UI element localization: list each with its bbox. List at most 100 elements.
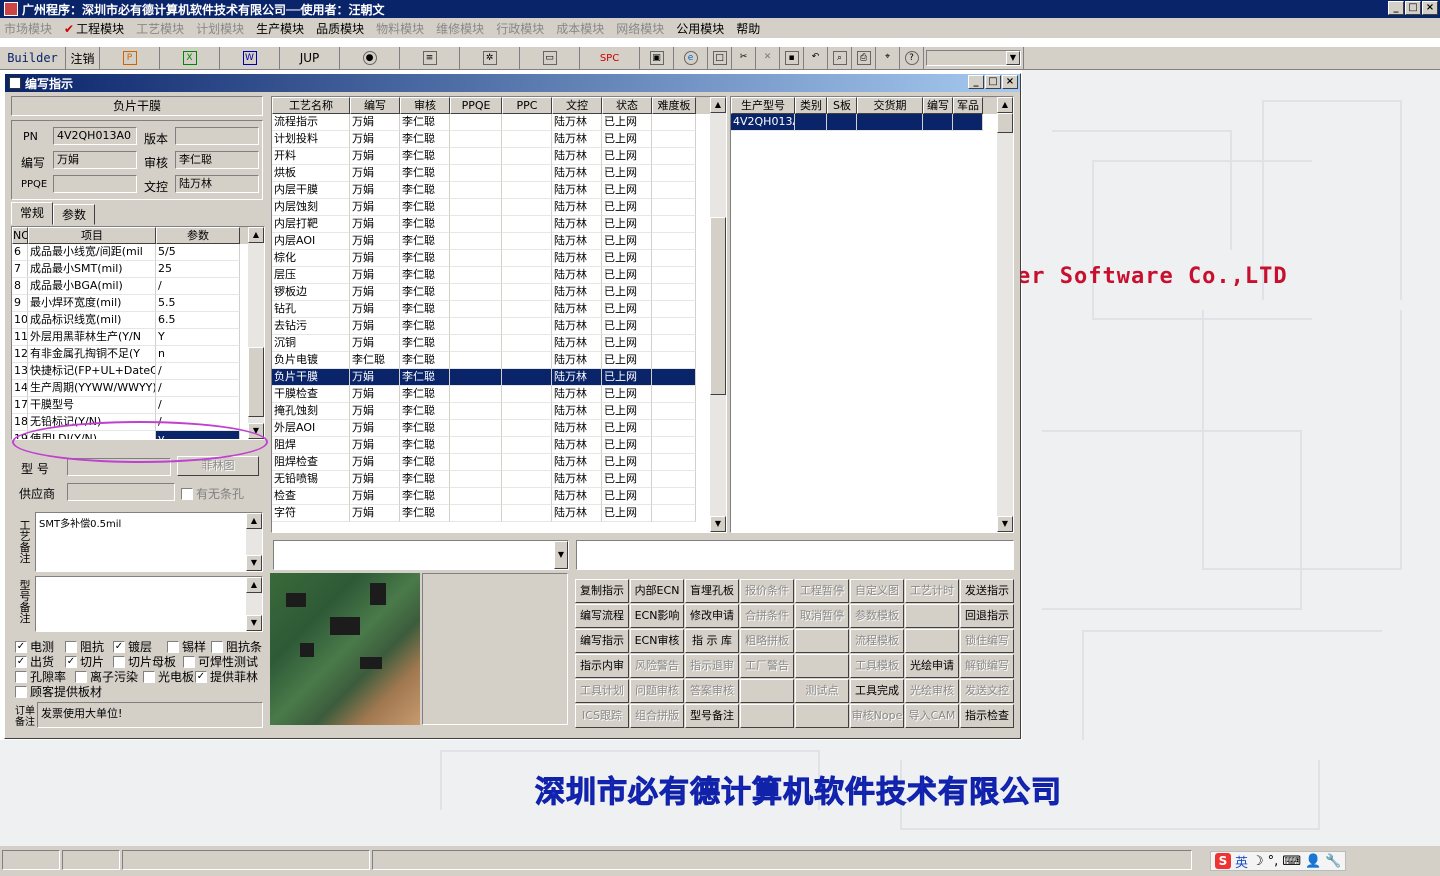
ime-toolbar[interactable]: S 英 ☽ °, ⌨ 👤 🔧: [1210, 851, 1347, 871]
process-row[interactable]: 掩孔蚀刻 万娟 李仁聪 陆万林 已上网: [272, 403, 726, 420]
action-button[interactable]: [740, 704, 794, 728]
action-button[interactable]: ECN审核: [630, 629, 684, 653]
menu-item[interactable]: 物料模块: [376, 20, 424, 37]
process-row[interactable]: 钻孔 万娟 李仁聪 陆万林 已上网: [272, 301, 726, 318]
col-header[interactable]: 类别: [795, 97, 827, 114]
param-value[interactable]: 5.5: [156, 295, 240, 312]
param-value[interactable]: Y: [156, 329, 240, 346]
process-row[interactable]: 内层蚀刻 万娟 李仁聪 陆万林 已上网: [272, 199, 726, 216]
dialog-close-button[interactable]: ×: [1002, 75, 1018, 89]
process-row[interactable]: 负片电镀 李仁聪 李仁聪 陆万林 已上网: [272, 352, 726, 369]
user-icon[interactable]: 👤: [1305, 854, 1321, 869]
checkbox-box[interactable]: [167, 640, 179, 653]
scroll-up-icon[interactable]: ▲: [997, 97, 1013, 113]
scroll-up-icon[interactable]: ▲: [248, 227, 264, 243]
process-row[interactable]: 开料 万娟 李仁聪 陆万林 已上网: [272, 148, 726, 165]
action-button[interactable]: 编写流程: [575, 604, 629, 628]
action-button[interactable]: 参数模板: [850, 604, 904, 628]
model-note-scrollbar[interactable]: ▲ ▼: [246, 577, 262, 631]
checkbox-box[interactable]: [183, 655, 195, 668]
writer-field[interactable]: 万娟: [53, 151, 137, 169]
menu-item[interactable]: 品质模块: [316, 20, 364, 37]
param-value[interactable]: /: [156, 278, 240, 295]
param-value[interactable]: 6.5: [156, 312, 240, 329]
checkbox-box[interactable]: [15, 670, 27, 683]
action-button[interactable]: 测试点: [795, 679, 849, 703]
menu-item[interactable]: 工艺模块: [136, 20, 184, 37]
action-button[interactable]: 光绘申请: [905, 654, 959, 678]
process-row[interactable]: 字符 万娟 李仁聪 陆万林 已上网: [272, 505, 726, 522]
checkbox-box[interactable]: [15, 685, 27, 698]
film-image-button[interactable]: 菲林图: [177, 456, 259, 476]
new-button[interactable]: □: [708, 47, 732, 69]
order-note-field[interactable]: 发票使用大单位!: [37, 702, 263, 728]
wrench-icon[interactable]: 🔧: [1325, 854, 1341, 869]
action-button[interactable]: 指示检查: [960, 704, 1014, 728]
undo-button[interactable]: ↶: [804, 47, 828, 69]
spc-button[interactable]: SPC: [580, 47, 640, 69]
action-button[interactable]: 回退指示: [960, 604, 1014, 628]
builder-button[interactable]: Builder: [0, 47, 66, 69]
action-button[interactable]: 报价条件: [740, 579, 794, 603]
process-row[interactable]: 沉铜 万娟 李仁聪 陆万林 已上网: [272, 335, 726, 352]
process-combo[interactable]: ▼: [273, 540, 569, 570]
params-scrollbar[interactable]: ▲ ▼: [248, 227, 264, 439]
action-button[interactable]: 审核Nope: [850, 704, 904, 728]
close-button[interactable]: ×: [1422, 1, 1438, 15]
process-row[interactable]: 流程指示 万娟 李仁聪 陆万林 已上网: [272, 114, 726, 131]
action-button[interactable]: [795, 704, 849, 728]
param-row[interactable]: 9 最小焊环宽度(mil) 5.5: [12, 295, 264, 312]
process-row[interactable]: 阻焊检查 万娟 李仁聪 陆万林 已上网: [272, 454, 726, 471]
menu-item[interactable]: ✔ 工程模块: [64, 20, 124, 37]
menu-item[interactable]: 计划模块: [196, 20, 244, 37]
action-button[interactable]: [905, 629, 959, 653]
col-header[interactable]: 军品: [953, 97, 983, 114]
action-button[interactable]: 工艺计时: [905, 579, 959, 603]
reviewer-field[interactable]: 李仁聪: [175, 151, 259, 169]
checkbox-box[interactable]: ✓: [195, 670, 207, 683]
checkbox-box[interactable]: [65, 640, 77, 653]
action-button[interactable]: 风险警告: [630, 654, 684, 678]
process-scrollbar[interactable]: ▲ ▼: [710, 97, 726, 532]
col-header[interactable]: NO: [12, 227, 28, 244]
param-value[interactable]: /: [156, 414, 240, 431]
menu-item[interactable]: 帮助: [736, 20, 760, 37]
jup-button[interactable]: JUP: [280, 47, 340, 69]
preview-button[interactable]: ⌕: [828, 47, 852, 69]
model-note-box[interactable]: ▲ ▼: [35, 576, 263, 632]
pn-field[interactable]: 4V2QH013A0: [53, 127, 137, 145]
scroll-down-icon[interactable]: ▼: [246, 615, 262, 631]
option-checkbox[interactable]: 光电板: [143, 668, 194, 685]
checkbox-box[interactable]: [181, 487, 193, 500]
action-button[interactable]: 合拼条件: [740, 604, 794, 628]
view-button[interactable]: ●: [340, 47, 400, 69]
menu-item[interactable]: 市场模块: [4, 20, 52, 37]
tab-params[interactable]: 参数: [53, 204, 96, 225]
action-button[interactable]: 锁住编写: [960, 629, 1014, 653]
param-row[interactable]: 11 外层用黑菲林生产(Y/N Y: [12, 329, 264, 346]
dialog-maximize-button[interactable]: □: [985, 75, 1001, 89]
scroll-down-icon[interactable]: ▼: [710, 516, 726, 532]
option-checkbox[interactable]: ✓ 提供菲林: [195, 668, 258, 685]
param-row[interactable]: 8 成品最小BGA(mil) /: [12, 278, 264, 295]
action-button[interactable]: [905, 604, 959, 628]
param-row[interactable]: 10 成品标识线宽(mil) 6.5: [12, 312, 264, 329]
computer-button[interactable]: ▭: [520, 47, 580, 69]
nohole-checkbox[interactable]: 有无条孔: [181, 485, 244, 502]
action-button[interactable]: 发送指示: [960, 579, 1014, 603]
craft-note-box[interactable]: SMT多补偿0.5mil ▲ ▼: [35, 512, 263, 572]
checkbox-box[interactable]: ✓: [15, 655, 27, 668]
param-row[interactable]: 6 成品最小线宽/间距(mil 5/5: [12, 244, 264, 261]
supplier-field[interactable]: [67, 483, 175, 501]
scroll-up-icon[interactable]: ▲: [246, 577, 262, 593]
param-value[interactable]: /: [156, 363, 240, 380]
checkbox-box[interactable]: ✓: [65, 655, 77, 668]
action-button[interactable]: 修改申请: [685, 604, 739, 628]
action-button[interactable]: 指示退审: [685, 654, 739, 678]
param-row[interactable]: 14 生产周期(YYWW/WWYY) /: [12, 380, 264, 397]
moon-icon[interactable]: ☽: [1252, 854, 1264, 869]
action-button[interactable]: ICS跟踪: [575, 704, 629, 728]
menu-item[interactable]: 维修模块: [436, 20, 484, 37]
menu-item[interactable]: 公用模块: [676, 20, 724, 37]
param-value[interactable]: 5/5: [156, 244, 240, 261]
